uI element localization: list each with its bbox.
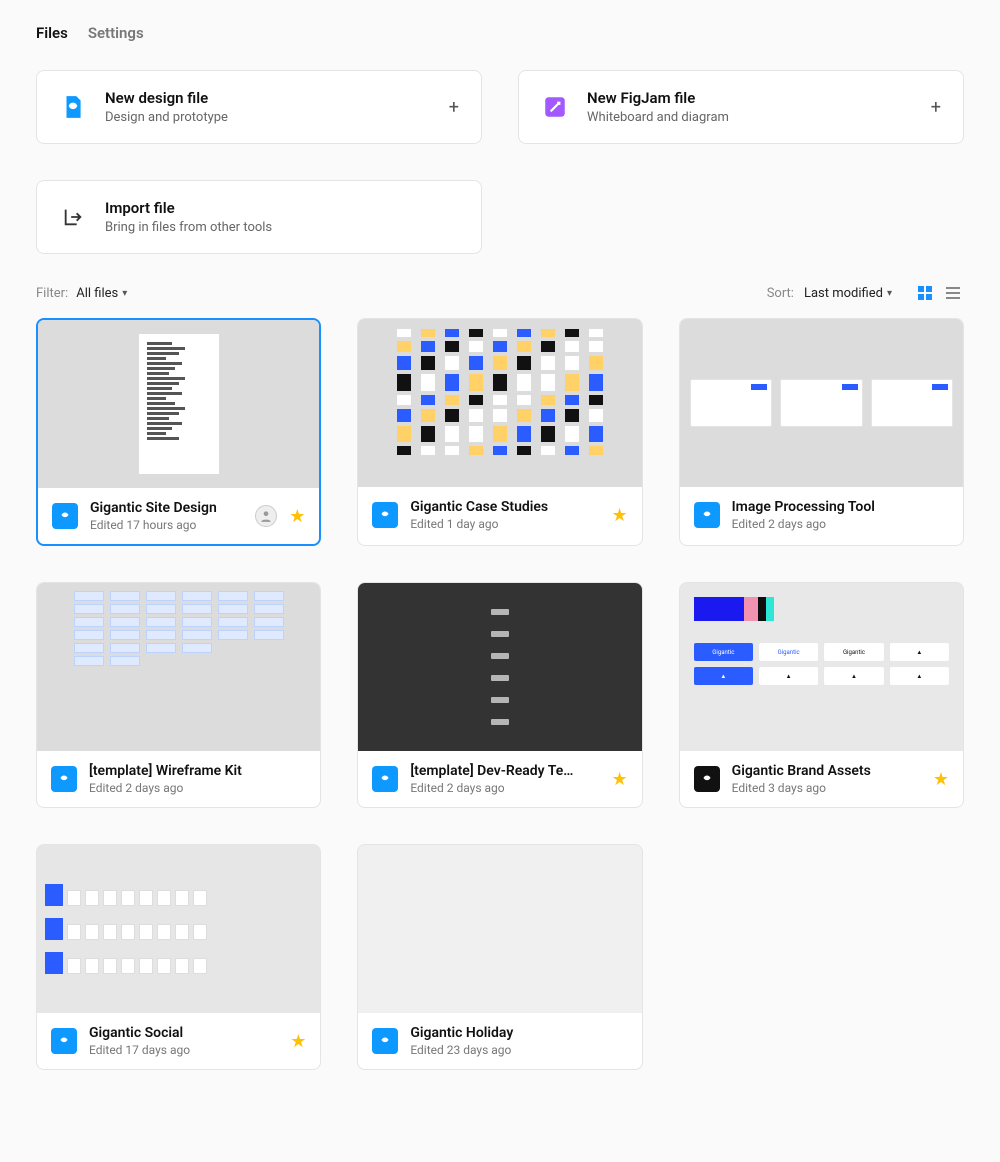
file-thumbnail: GiganticGiganticGigantic▲ ▲▲▲▲ (680, 583, 963, 751)
file-card[interactable]: [template] Wireframe Kit Edited 2 days a… (36, 582, 321, 808)
file-name: Gigantic Site Design (90, 500, 243, 516)
design-file-icon (59, 93, 87, 121)
file-card[interactable]: Gigantic Site Design Edited 17 hours ago… (36, 318, 321, 546)
file-type-icon (372, 766, 398, 792)
new-design-file-card[interactable]: New design file Design and prototype + (36, 70, 482, 144)
file-edited: Edited 3 days ago (732, 781, 921, 795)
file-name: [template] Dev-Ready Te… (410, 763, 599, 779)
file-type-icon (694, 766, 720, 792)
file-type-icon (51, 766, 77, 792)
import-file-card[interactable]: Import file Bring in files from other to… (36, 180, 482, 254)
file-edited: Edited 23 days ago (410, 1043, 627, 1057)
action-subtitle: Whiteboard and diagram (587, 110, 913, 125)
file-card[interactable]: [template] Dev-Ready Te… Edited 2 days a… (357, 582, 642, 808)
file-name: Gigantic Holiday (410, 1025, 627, 1041)
star-icon[interactable]: ★ (290, 1031, 306, 1052)
avatar (255, 505, 277, 527)
import-icon (59, 203, 87, 231)
file-card[interactable]: Gigantic Social Edited 17 days ago ★ (36, 844, 321, 1070)
action-subtitle: Design and prototype (105, 110, 431, 125)
sort-value: Last modified (804, 286, 883, 301)
file-edited: Edited 2 days ago (89, 781, 306, 795)
action-title: New FigJam file (587, 89, 913, 107)
file-thumbnail (37, 845, 320, 1013)
grid-view-button[interactable] (914, 282, 936, 304)
star-icon[interactable]: ★ (289, 506, 305, 527)
file-type-icon (52, 503, 78, 529)
filter-label: Filter: (36, 286, 68, 301)
action-subtitle: Bring in files from other tools (105, 220, 459, 235)
action-title: New design file (105, 89, 431, 107)
file-thumbnail (358, 319, 641, 487)
file-edited: Edited 17 hours ago (90, 518, 243, 532)
sort-label: Sort: (767, 286, 794, 301)
file-edited: Edited 1 day ago (410, 517, 599, 531)
file-thumbnail (358, 583, 641, 751)
file-card[interactable]: Gigantic Case Studies Edited 1 day ago ★ (357, 318, 642, 546)
file-card[interactable]: Image Processing Tool Edited 2 days ago (679, 318, 964, 546)
file-edited: Edited 2 days ago (410, 781, 599, 795)
file-type-icon (51, 1028, 77, 1054)
file-name: Image Processing Tool (732, 499, 949, 515)
file-name: Gigantic Social (89, 1025, 278, 1041)
tab-files[interactable]: Files (36, 24, 68, 42)
list-view-button[interactable] (942, 282, 964, 304)
file-edited: Edited 2 days ago (732, 517, 949, 531)
sort-dropdown[interactable]: Last modified ▾ (804, 286, 892, 301)
file-card[interactable]: Gigantic Holiday Edited 23 days ago (357, 844, 642, 1070)
toolbar: Filter: All files ▾ Sort: Last modified … (36, 282, 964, 304)
file-name: Gigantic Case Studies (410, 499, 599, 515)
plus-icon: + (931, 97, 941, 118)
file-card[interactable]: GiganticGiganticGigantic▲ ▲▲▲▲ Gigantic … (679, 582, 964, 808)
tabs-bar: Files Settings (36, 24, 964, 42)
chevron-down-icon: ▾ (122, 288, 127, 299)
file-thumbnail (37, 583, 320, 751)
file-type-icon (694, 502, 720, 528)
file-thumbnail (38, 320, 319, 488)
new-figjam-file-card[interactable]: New FigJam file Whiteboard and diagram + (518, 70, 964, 144)
filter-value: All files (76, 286, 118, 301)
plus-icon: + (449, 97, 459, 118)
figjam-file-icon (541, 93, 569, 121)
star-icon[interactable]: ★ (612, 769, 628, 790)
file-thumbnail (358, 845, 641, 1013)
file-thumbnail (680, 319, 963, 487)
file-type-icon (372, 1028, 398, 1054)
chevron-down-icon: ▾ (887, 288, 892, 299)
filter-dropdown[interactable]: All files ▾ (76, 286, 127, 301)
tab-settings[interactable]: Settings (88, 24, 144, 42)
file-type-icon (372, 502, 398, 528)
file-grid: Gigantic Site Design Edited 17 hours ago… (36, 318, 964, 1070)
file-edited: Edited 17 days ago (89, 1043, 278, 1057)
file-name: [template] Wireframe Kit (89, 763, 306, 779)
file-name: Gigantic Brand Assets (732, 763, 921, 779)
star-icon[interactable]: ★ (612, 505, 628, 526)
star-icon[interactable]: ★ (933, 769, 949, 790)
action-title: Import file (105, 199, 459, 217)
